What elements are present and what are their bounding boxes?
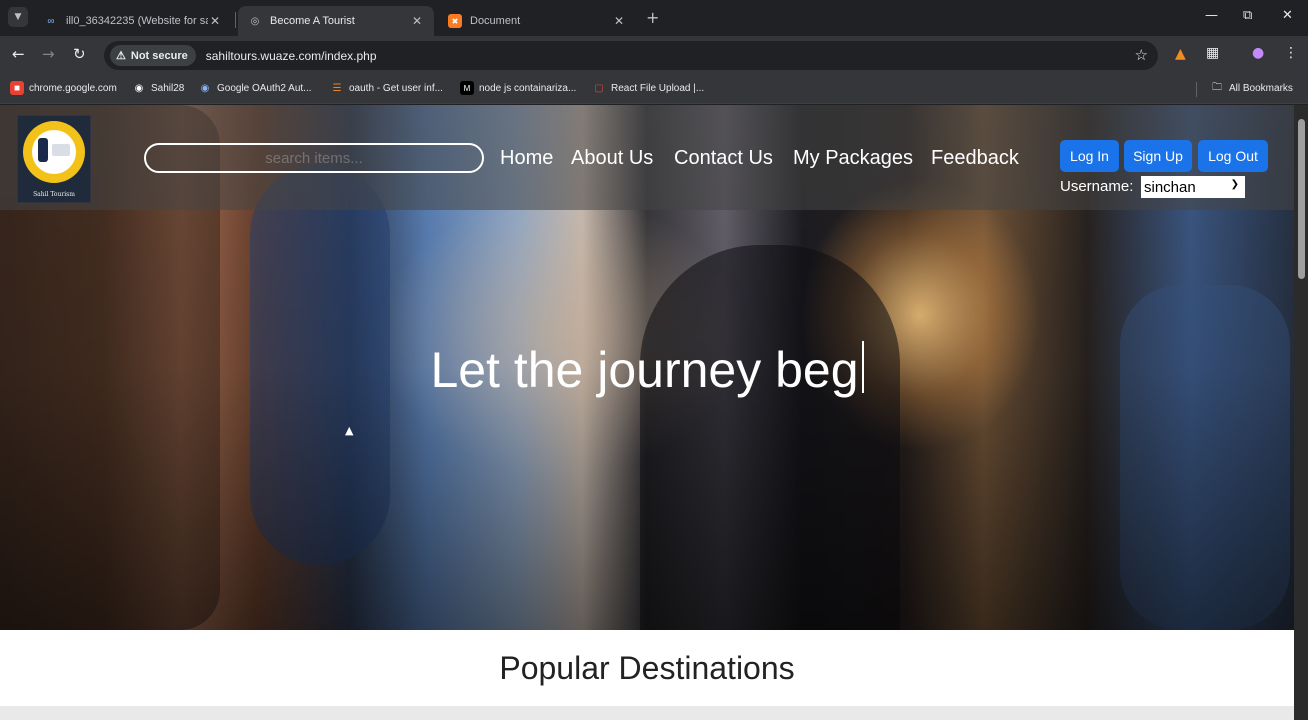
bookmark-label: node js containariza... (479, 82, 577, 94)
profile-avatar-icon[interactable]: ● (1252, 45, 1264, 61)
chevron-down-icon: ❯ (1230, 179, 1239, 190)
google-oauth-icon: ◉ (200, 82, 210, 94)
bookmark-item[interactable]: ◉ Google OAuth2 Aut... (198, 81, 312, 95)
new-tab-icon[interactable]: + (646, 8, 659, 27)
metamask-extension-icon[interactable]: ▲ (1175, 46, 1186, 62)
tab-title: ill0_36342235 (Website for sahil (66, 15, 208, 27)
close-tab-icon[interactable]: ✕ (612, 14, 626, 28)
security-chip-label: Not secure (130, 49, 188, 62)
infinity-icon: ∞ (47, 15, 55, 27)
bookmark-item[interactable]: ▢ React File Upload |... (592, 81, 704, 95)
tab-streamer[interactable]: ∞ ill0_36342235 (Website for sahil ✕ (34, 6, 232, 36)
github-icon: ◉ (134, 82, 144, 94)
xampp-icon: ✖ (448, 14, 462, 28)
section-title: Popular Destinations (499, 650, 795, 686)
username-label: Username: (1060, 178, 1134, 195)
logo-figure (52, 144, 70, 156)
username-value: sinchan (1144, 178, 1196, 196)
folder-icon: 🗀 (1212, 81, 1222, 93)
bookmark-star-icon[interactable]: ☆ (1135, 46, 1148, 64)
bookmark-label: Sahil28 (151, 82, 185, 94)
bookmark-label: chrome.google.com (29, 82, 117, 94)
nav-my-packages[interactable]: My Packages (793, 147, 913, 170)
tab-title: Become A Tourist (270, 15, 355, 27)
stackoverflow-icon: ☰ (332, 82, 342, 94)
back-icon[interactable]: ← (12, 45, 25, 63)
page-scrollbar[interactable] (1294, 105, 1308, 720)
logo-caption: Sahil Tourism (33, 191, 75, 198)
bookmarks-bar: ■ chrome.google.com ◉ Sahil28 ◉ Google O… (0, 74, 1308, 104)
site-logo[interactable]: Sahil Tourism (17, 115, 91, 203)
bookmark-label: oauth - Get user inf... (349, 82, 443, 94)
section-bottom-strip (0, 706, 1294, 720)
tab-become-a-tourist[interactable]: ◎ Become A Tourist ✕ (238, 6, 434, 36)
nav-about-us[interactable]: About Us (571, 147, 653, 170)
react-upload-icon: ▢ (594, 82, 604, 94)
close-tab-icon[interactable]: ✕ (208, 14, 222, 28)
all-bookmarks-label: All Bookmarks (1229, 82, 1293, 94)
medium-icon: M (460, 81, 474, 95)
bookmark-label: React File Upload |... (611, 82, 705, 94)
bookmark-item[interactable]: ◉ Sahil28 (132, 81, 185, 95)
bookmark-label: Google OAuth2 Aut... (217, 82, 312, 94)
warning-icon: ⚠ (116, 50, 126, 62)
close-tab-icon[interactable]: ✕ (410, 14, 424, 28)
logout-button[interactable]: Log Out (1198, 140, 1268, 172)
popular-destinations-section: Popular Destinations (0, 630, 1294, 720)
tab-document[interactable]: ✖ Document ✕ (438, 6, 636, 36)
tab-strip: ▼ ∞ ill0_36342235 (Website for sahil ✕ ◎… (0, 0, 1308, 36)
more-menu-icon[interactable]: ⋮ (1284, 45, 1298, 61)
browser-toolbar: ← → ↻ ⚠ Not secure sahiltours.wuaze.com/… (0, 36, 1308, 74)
headline-text: Let the journey beg (430, 342, 859, 398)
all-bookmarks-folder[interactable]: 🗀 All Bookmarks (1210, 81, 1293, 95)
security-chip[interactable]: ⚠ Not secure (110, 45, 196, 66)
url-text[interactable]: sahiltours.wuaze.com/index.php (206, 49, 377, 63)
login-button[interactable]: Log In (1060, 140, 1119, 172)
bookmark-item[interactable]: ☰ oauth - Get user inf... (330, 81, 443, 95)
tab-divider (235, 12, 236, 28)
signup-button[interactable]: Sign Up (1124, 140, 1192, 172)
mouse-pointer-icon: ▲ (345, 424, 354, 437)
scrollbar-thumb[interactable] (1298, 119, 1305, 279)
reload-icon[interactable]: ↻ (73, 45, 86, 63)
nav-feedback[interactable]: Feedback (931, 147, 1019, 170)
restore-icon[interactable]: ⧉ (1243, 8, 1252, 23)
extensions-puzzle-icon[interactable]: ▦ (1206, 45, 1219, 61)
bookmark-item[interactable]: ■ chrome.google.com (10, 81, 117, 95)
tab-search-chevron-icon[interactable]: ▼ (8, 7, 28, 27)
tab-title: Document (470, 15, 521, 27)
bookmark-item[interactable]: M node js containariza... (460, 81, 576, 95)
forward-icon[interactable]: → (42, 45, 55, 63)
typing-caret (861, 341, 864, 393)
address-bar[interactable]: ⚠ Not secure sahiltours.wuaze.com/index.… (104, 41, 1158, 70)
chrome-web-store-icon: ■ (10, 81, 24, 95)
hero-banner: Sahil Tourism Home About Us Contact Us M… (0, 105, 1294, 630)
bookmarks-divider (1196, 82, 1197, 97)
nav-contact-us[interactable]: Contact Us (674, 147, 773, 170)
hero-headline: Let the journey beg (0, 341, 1294, 399)
page-viewport: Sahil Tourism Home About Us Contact Us M… (0, 105, 1294, 720)
close-window-icon[interactable]: ✕ (1282, 8, 1293, 23)
logo-figure (38, 138, 48, 162)
globe-icon: ◎ (250, 15, 260, 27)
search-input[interactable] (144, 143, 484, 173)
username-select[interactable]: sinchan ❯ (1141, 176, 1245, 198)
nav-home[interactable]: Home (500, 147, 553, 170)
minimize-icon[interactable]: — (1205, 8, 1218, 23)
